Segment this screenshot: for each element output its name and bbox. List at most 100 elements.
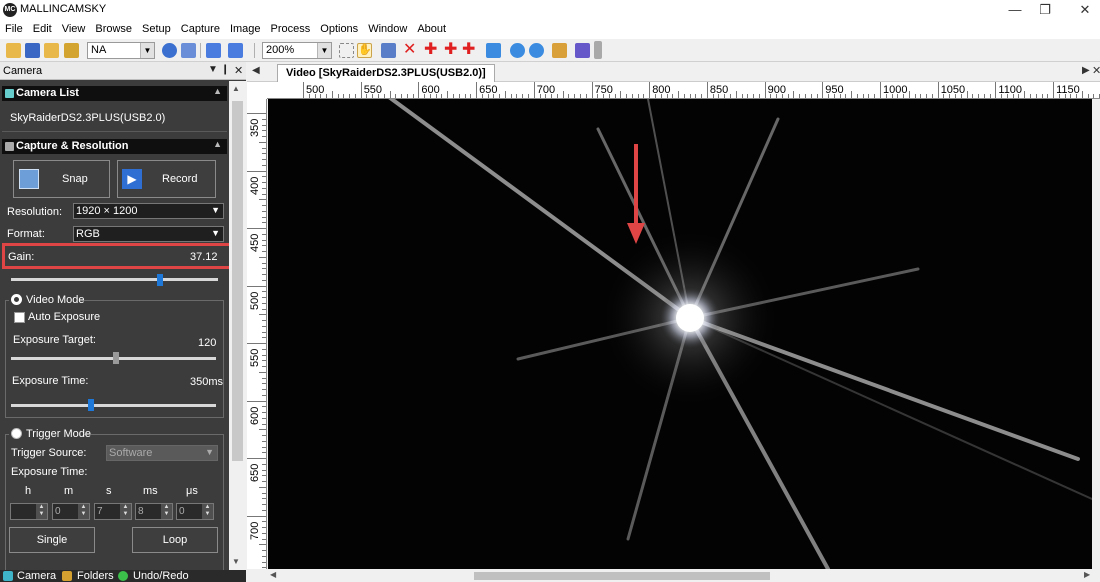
settings-icon[interactable] — [181, 43, 196, 58]
resolution-select[interactable]: 1920 × 1200 ▼ — [73, 203, 224, 219]
save-icon[interactable] — [25, 43, 40, 58]
menu-about[interactable]: About — [412, 20, 451, 39]
trigger-source-select[interactable]: Software ▼ — [106, 445, 218, 461]
gear-icon[interactable] — [575, 43, 590, 58]
image-icon[interactable] — [381, 43, 396, 58]
menu-file[interactable]: File — [0, 20, 28, 39]
menu-edit[interactable]: Edit — [28, 20, 57, 39]
exposure-time-slider-thumb[interactable] — [87, 399, 94, 411]
video-mode-radio[interactable] — [11, 294, 22, 305]
video-scrollbar-thumb[interactable] — [474, 572, 770, 580]
panel-scrollbar-thumb[interactable] — [232, 101, 243, 461]
stars-icon[interactable] — [552, 43, 567, 58]
scroll-up-icon[interactable]: ▲ — [232, 84, 240, 93]
stepper-arrows-icon[interactable]: ▲ ▼ — [202, 504, 213, 519]
video-canvas[interactable] — [268, 99, 1092, 569]
trigger-mode-radio[interactable] — [11, 428, 22, 439]
menu-window[interactable]: Window — [363, 20, 412, 39]
profile-select[interactable]: NA ▼ — [87, 42, 155, 59]
ruler-minor-tick — [516, 94, 518, 98]
hours-stepper[interactable]: ▲ ▼ — [10, 503, 48, 520]
microseconds-value: 0 — [179, 506, 185, 517]
profile-select-value: NA — [91, 44, 107, 56]
close-icon[interactable]: ✕ — [1092, 64, 1100, 77]
pin-icon[interactable]: ❙ — [221, 64, 229, 75]
crosshair-icon[interactable]: ✚ — [424, 41, 437, 59]
menu-process[interactable]: Process — [266, 20, 316, 39]
exposure-time-slider[interactable] — [11, 404, 216, 407]
capture-resolution-header[interactable]: Capture & Resolution ▲ — [2, 139, 227, 154]
video-vertical-scrollbar[interactable] — [1092, 99, 1100, 569]
record-button[interactable]: ▶ Record — [117, 160, 216, 198]
loop-button[interactable]: Loop — [132, 527, 218, 553]
new-folder-icon[interactable] — [6, 43, 21, 58]
tab-scroll-right-icon[interactable]: ▶ — [1082, 65, 1090, 76]
ruler-minor-tick — [470, 94, 472, 98]
back-icon[interactable] — [510, 43, 525, 58]
resolution-label: Resolution: — [7, 206, 63, 218]
browse-folder-icon[interactable] — [64, 43, 79, 58]
camera-list-header[interactable]: Camera List ▲ — [2, 86, 227, 101]
ruler-minor-tick — [259, 314, 266, 316]
tab-scroll-left-icon[interactable]: ◀ — [252, 65, 260, 76]
menu-browse[interactable]: Browse — [90, 20, 137, 39]
crosshair-icon[interactable]: ✚ — [462, 41, 475, 59]
ruler-major-tick — [822, 82, 824, 98]
scroll-down-icon[interactable]: ▼ — [232, 557, 240, 566]
close-icon[interactable]: ✕ — [234, 64, 243, 77]
menu-capture[interactable]: Capture — [176, 20, 225, 39]
clock-icon[interactable] — [162, 43, 177, 58]
microseconds-stepper[interactable]: 0 ▲ ▼ — [176, 503, 214, 520]
gain-slider-thumb[interactable] — [157, 274, 164, 286]
ruler-minor-tick — [1081, 91, 1083, 98]
brightness-slider-icon[interactable] — [594, 41, 602, 59]
single-button[interactable]: Single — [9, 527, 95, 553]
next-icon[interactable] — [529, 43, 544, 58]
tab-video[interactable]: Video [SkyRaiderDS2.3PLUS(USB2.0)] — [277, 64, 495, 82]
menu-options[interactable]: Options — [315, 20, 363, 39]
panel-menu-icon[interactable]: ▼ — [208, 64, 218, 75]
stepper-arrows-icon[interactable]: ▲ ▼ — [36, 504, 47, 519]
close-button[interactable]: ✕ — [1065, 0, 1100, 20]
hand-icon[interactable]: ✋ — [357, 43, 372, 58]
minutes-stepper[interactable]: 0 ▲ ▼ — [52, 503, 90, 520]
pause-icon[interactable] — [206, 43, 221, 58]
ruler-minor-tick — [464, 94, 466, 98]
open-folder-icon[interactable] — [44, 43, 59, 58]
ruler-minor-tick — [262, 337, 266, 339]
tab-camera[interactable]: Camera — [17, 570, 56, 582]
snap-button[interactable]: Snap — [13, 160, 110, 198]
select-icon[interactable] — [339, 43, 354, 58]
menu-view[interactable]: View — [57, 20, 91, 39]
crosshair-icon[interactable]: ✚ — [444, 41, 457, 59]
tab-undo-redo[interactable]: Undo/Redo — [133, 570, 189, 582]
stepper-arrows-icon[interactable]: ▲ ▼ — [78, 504, 89, 519]
stepper-arrows-icon[interactable]: ▲ ▼ — [161, 504, 172, 519]
menu-setup[interactable]: Setup — [137, 20, 176, 39]
move-icon[interactable] — [486, 43, 501, 58]
video-horizontal-scrollbar[interactable]: ◀ ▶ — [268, 570, 1100, 582]
menu-image[interactable]: Image — [225, 20, 266, 39]
auto-exposure-checkbox[interactable] — [14, 312, 25, 323]
capture-resolution-heading: Capture & Resolution — [16, 140, 129, 152]
seconds-stepper[interactable]: 7 ▲ ▼ — [94, 503, 132, 520]
ruler-minor-tick — [908, 91, 910, 98]
zoom-select[interactable]: 200% ▼ — [262, 42, 332, 59]
ruler-minor-tick — [262, 532, 266, 534]
ruler-minor-tick — [551, 94, 553, 98]
tab-folders[interactable]: Folders — [77, 570, 114, 582]
panel-scrollbar[interactable]: ▲ ▼ — [229, 81, 246, 570]
ruler-minor-tick — [429, 94, 431, 98]
camera-device-item[interactable]: SkyRaiderDS2.3PLUS(USB2.0) — [10, 112, 165, 124]
delete-icon[interactable]: ✕ — [403, 41, 416, 59]
ruler-minor-tick — [718, 94, 720, 98]
scroll-left-icon[interactable]: ◀ — [270, 570, 276, 579]
milliseconds-stepper[interactable]: 8 ▲ ▼ — [135, 503, 173, 520]
format-select[interactable]: RGB ▼ — [73, 226, 224, 242]
gain-slider[interactable] — [11, 278, 218, 281]
exposure-target-slider-thumb[interactable] — [112, 352, 119, 364]
restore-button[interactable]: ❐ — [1025, 0, 1065, 20]
forward-icon[interactable] — [228, 43, 243, 58]
scroll-right-icon[interactable]: ▶ — [1084, 570, 1090, 579]
stepper-arrows-icon[interactable]: ▲ ▼ — [120, 504, 131, 519]
